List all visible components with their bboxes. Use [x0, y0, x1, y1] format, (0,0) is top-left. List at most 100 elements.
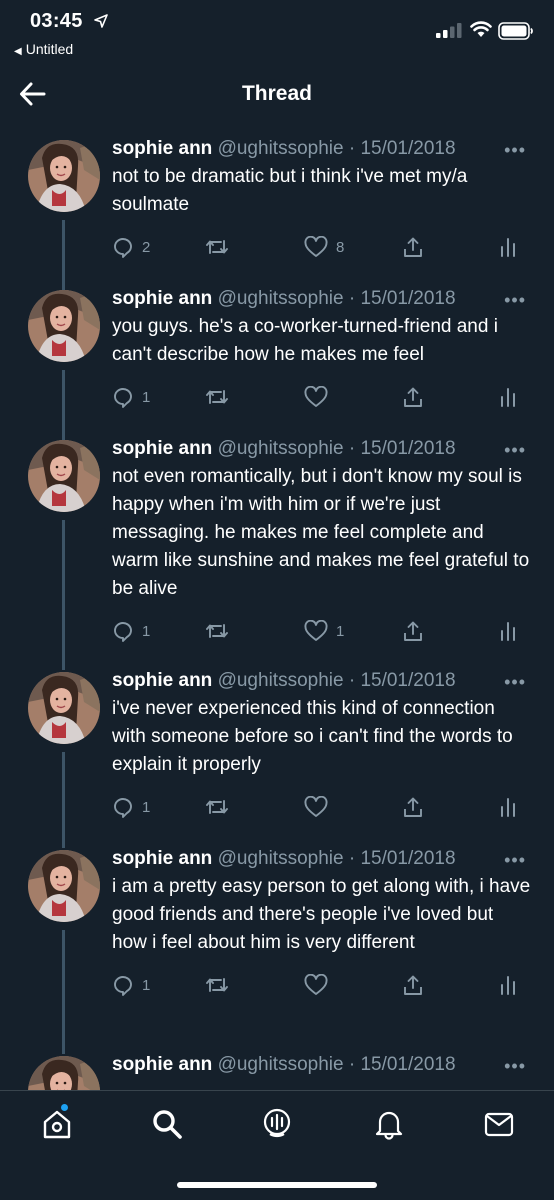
thread-list: sophie ann @ughitssophie · 15/01/2018 ••…	[0, 124, 554, 1090]
analytics-icon	[498, 620, 518, 642]
analytics-button[interactable]	[498, 793, 518, 821]
back-app-label: Untitled	[25, 41, 74, 57]
analytics-button[interactable]	[498, 617, 518, 645]
tweet[interactable]: sophie ann @ughitssophie · 15/01/2018 ••…	[0, 424, 554, 656]
reply-count: 2	[142, 238, 151, 256]
like-button[interactable]	[304, 793, 336, 821]
tweet[interactable]: sophie ann @ughitssophie · 15/01/2018 ••…	[0, 124, 554, 274]
tweet[interactable]: sophie ann @ughitssophie · 15/01/2018 ••…	[0, 656, 554, 834]
notifications-icon[interactable]	[372, 1107, 406, 1141]
tweet-author-handle[interactable]: @ughitssophie	[218, 138, 344, 159]
tweet-author-handle[interactable]: @ughitssophie	[218, 288, 344, 309]
more-options-icon[interactable]: •••	[504, 290, 526, 311]
avatar[interactable]	[28, 850, 100, 922]
avatar[interactable]	[28, 440, 100, 512]
more-options-icon[interactable]: •••	[504, 672, 526, 693]
analytics-button[interactable]	[498, 971, 518, 999]
share-button[interactable]	[402, 793, 424, 821]
tweet-author-handle[interactable]: @ughitssophie	[218, 670, 344, 691]
retweet-button[interactable]	[204, 617, 238, 645]
tweet-author-handle[interactable]: @ughitssophie	[218, 848, 344, 869]
reply-button[interactable]: 1	[112, 383, 150, 411]
share-button[interactable]	[402, 383, 424, 411]
tweet-actions: 2 8	[112, 233, 532, 263]
search-icon[interactable]	[150, 1107, 184, 1141]
more-options-icon[interactable]: •••	[504, 140, 526, 161]
reply-count: 1	[142, 622, 151, 640]
more-options-icon[interactable]: •••	[504, 1056, 526, 1077]
tweet-actions: 1	[112, 971, 532, 1001]
like-button[interactable]: 1	[304, 617, 344, 645]
avatar[interactable]	[28, 672, 100, 744]
retweet-button[interactable]	[204, 793, 238, 821]
location-arrow-icon	[94, 14, 108, 28]
tweet-text: not to be dramatic but i think i've met …	[112, 166, 468, 215]
share-button[interactable]	[402, 233, 424, 261]
like-button[interactable]	[304, 971, 336, 999]
cellular-signal-icon	[436, 23, 462, 38]
heart-icon	[304, 236, 328, 258]
home-notification-dot	[60, 1103, 69, 1112]
more-options-icon[interactable]: •••	[504, 440, 526, 461]
tweet-date: 15/01/2018	[360, 288, 456, 309]
like-button[interactable]: 8	[304, 233, 344, 261]
retweet-icon	[204, 796, 230, 818]
tweet[interactable]: sophie ann @ughitssophie · 15/01/2018 ••…	[0, 1040, 554, 1090]
like-button[interactable]	[304, 383, 336, 411]
tweet-author-name[interactable]: sophie ann	[112, 670, 212, 691]
retweet-button[interactable]	[204, 233, 238, 261]
tweet-date: 15/01/2018	[360, 1054, 456, 1075]
status-bar: 03:45 ◀ Untitled	[0, 0, 554, 62]
retweet-button[interactable]	[204, 383, 238, 411]
reply-icon	[112, 386, 134, 408]
retweet-button[interactable]	[204, 971, 238, 999]
nav-header: Thread	[0, 62, 554, 124]
share-icon	[402, 796, 424, 818]
analytics-icon	[498, 236, 518, 258]
messages-icon[interactable]	[482, 1107, 516, 1141]
tweet-text: you guys. he's a co-worker-turned-friend…	[112, 316, 498, 365]
wifi-icon	[470, 21, 492, 37]
tweet-author-name[interactable]: sophie ann	[112, 1054, 212, 1075]
more-options-icon[interactable]: •••	[504, 850, 526, 871]
reply-icon	[112, 796, 134, 818]
tweet-author-name[interactable]: sophie ann	[112, 288, 212, 309]
tweet-author-name[interactable]: sophie ann	[112, 138, 212, 159]
share-button[interactable]	[402, 971, 424, 999]
avatar[interactable]	[28, 1056, 100, 1090]
tweet-author-handle[interactable]: @ughitssophie	[218, 1054, 344, 1075]
tweet-author-handle[interactable]: @ughitssophie	[218, 438, 344, 459]
reply-count: 1	[142, 976, 151, 994]
tweet[interactable]: sophie ann @ughitssophie · 15/01/2018 ••…	[0, 274, 554, 424]
analytics-button[interactable]	[498, 383, 518, 411]
reply-count: 1	[142, 388, 151, 406]
avatar[interactable]	[28, 290, 100, 362]
reply-icon	[112, 620, 134, 642]
tweet-actions: 1	[112, 383, 532, 413]
tweet-text: not even romantically, but i don't know …	[112, 466, 530, 599]
tweet-author-name[interactable]: sophie ann	[112, 438, 212, 459]
spaces-icon[interactable]	[260, 1107, 294, 1141]
share-icon	[402, 386, 424, 408]
share-button[interactable]	[402, 617, 424, 645]
page-title: Thread	[241, 82, 312, 105]
analytics-button[interactable]	[498, 233, 518, 261]
back-to-app-button[interactable]: ◀ Untitled	[14, 41, 73, 57]
avatar[interactable]	[28, 140, 100, 212]
reply-button[interactable]: 2	[112, 233, 150, 261]
tweet-date: 15/01/2018	[360, 848, 456, 869]
tweet-actions: 1 1	[112, 617, 532, 647]
like-count: 8	[336, 238, 345, 256]
tweet-date: 15/01/2018	[360, 138, 456, 159]
tweet-date: 15/01/2018	[360, 438, 456, 459]
tweet-author-name[interactable]: sophie ann	[112, 848, 212, 869]
reply-button[interactable]: 1	[112, 793, 150, 821]
home-icon[interactable]	[40, 1107, 74, 1141]
reply-button[interactable]: 1	[112, 617, 150, 645]
reply-icon	[112, 974, 134, 996]
home-indicator	[177, 1182, 377, 1188]
tweet[interactable]: sophie ann @ughitssophie · 15/01/2018 ••…	[0, 834, 554, 1040]
like-count: 1	[336, 622, 345, 640]
share-icon	[402, 974, 424, 996]
reply-button[interactable]: 1	[112, 971, 150, 999]
